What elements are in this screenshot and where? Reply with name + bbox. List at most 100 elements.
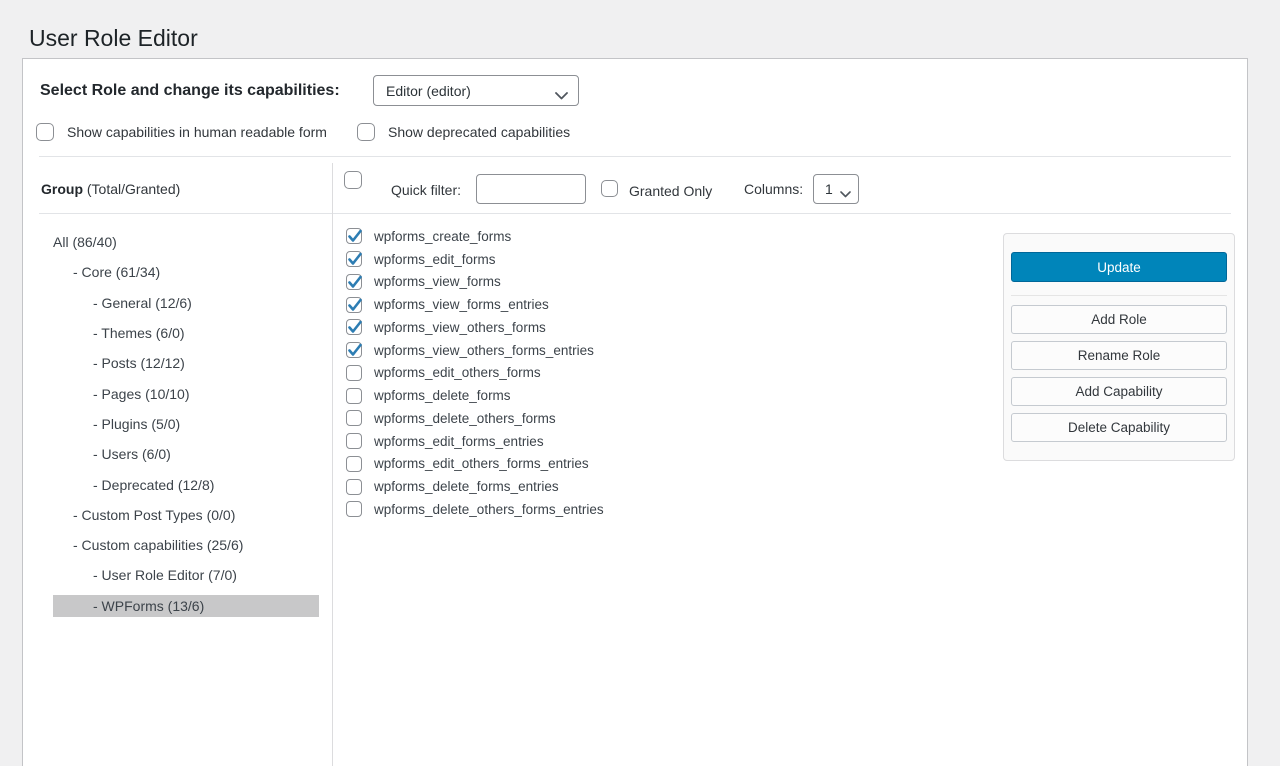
capability-label: wpforms_view_others_forms_entries: [374, 343, 594, 358]
capability-checkbox[interactable]: [346, 501, 362, 517]
page-title: User Role Editor: [29, 24, 198, 53]
granted-only-checkbox[interactable]: [601, 180, 618, 197]
capability-row: wpforms_delete_forms_entries: [346, 475, 604, 498]
tree-item[interactable]: - User Role Editor (7/0): [53, 560, 319, 590]
tree-item-label: All (86/40): [53, 234, 117, 250]
tree-item-label: - Plugins (5/0): [93, 416, 180, 432]
granted-only-label: Granted Only: [629, 183, 712, 199]
quick-filter-label: Quick filter:: [391, 182, 461, 198]
capability-checkbox[interactable]: [346, 274, 362, 290]
capability-label: wpforms_create_forms: [374, 229, 511, 244]
tree-item-label: - Posts (12/12): [93, 355, 185, 371]
capability-label: wpforms_delete_others_forms: [374, 411, 556, 426]
update-button[interactable]: Update: [1011, 252, 1227, 282]
show-deprecated-checkbox[interactable]: [357, 123, 375, 141]
capability-row: wpforms_edit_others_forms: [346, 362, 604, 385]
capability-row: wpforms_delete_others_forms: [346, 407, 604, 430]
tree-item[interactable]: - WPForms (13/6): [53, 591, 319, 621]
tree-item[interactable]: - Custom capabilities (25/6): [53, 530, 319, 560]
capability-checkbox[interactable]: [346, 433, 362, 449]
capability-row: wpforms_delete_others_forms_entries: [346, 498, 604, 521]
capability-checkbox[interactable]: [346, 228, 362, 244]
divider: [39, 156, 1231, 157]
capability-label: wpforms_view_forms_entries: [374, 297, 549, 312]
group-header-bold: Group: [41, 181, 83, 197]
columns-select-value: 1: [825, 181, 833, 197]
tree-item-label: - WPForms (13/6): [93, 598, 204, 614]
capability-row: wpforms_edit_others_forms_entries: [346, 453, 604, 476]
show-human-readable-label: Show capabilities in human readable form: [67, 124, 327, 140]
capability-label: wpforms_delete_forms_entries: [374, 479, 559, 494]
tree-item[interactable]: - Themes (6/0): [53, 318, 319, 348]
columns-label: Columns:: [744, 181, 803, 197]
action-button[interactable]: Delete Capability: [1011, 413, 1227, 442]
tree-item[interactable]: All (86/40): [53, 227, 319, 257]
action-button[interactable]: Rename Role: [1011, 341, 1227, 370]
tree-item-label: - User Role Editor (7/0): [93, 567, 237, 583]
actions-box: Update Add Role Rename Role Add Capabili…: [1003, 233, 1235, 461]
tree-item-label: - Custom Post Types (0/0): [73, 507, 235, 523]
select-role-label: Select Role and change its capabilities:: [40, 76, 340, 106]
capability-label: wpforms_edit_others_forms_entries: [374, 456, 589, 471]
tree-item[interactable]: - Plugins (5/0): [53, 409, 319, 439]
group-header-rest: (Total/Granted): [83, 181, 180, 197]
group-header: Group (Total/Granted): [41, 181, 180, 197]
capability-row: wpforms_edit_forms_entries: [346, 430, 604, 453]
chevron-down-icon: [555, 87, 568, 103]
capability-checkbox[interactable]: [346, 297, 362, 313]
tree-item[interactable]: - Pages (10/10): [53, 378, 319, 408]
user-role-editor-panel: Select Role and change its capabilities:…: [22, 58, 1248, 766]
capability-checkbox[interactable]: [346, 456, 362, 472]
tree-item-label: - Themes (6/0): [93, 325, 185, 341]
tree-item[interactable]: - Posts (12/12): [53, 348, 319, 378]
tree-item[interactable]: - General (12/6): [53, 288, 319, 318]
tree-item-label: - Users (6/0): [93, 446, 171, 462]
column-divider: [332, 163, 333, 766]
capability-label: wpforms_delete_forms: [374, 388, 511, 403]
capability-checkbox[interactable]: [346, 479, 362, 495]
capability-checkbox[interactable]: [346, 388, 362, 404]
action-button[interactable]: Add Capability: [1011, 377, 1227, 406]
tree-item-label: - Custom capabilities (25/6): [73, 537, 243, 553]
tree-item[interactable]: - Deprecated (12/8): [53, 469, 319, 499]
capability-row: wpforms_create_forms: [346, 225, 604, 248]
quick-filter-input[interactable]: [476, 174, 586, 204]
role-select-value: Editor (editor): [386, 83, 471, 99]
capability-label: wpforms_edit_forms: [374, 252, 496, 267]
capability-checkbox[interactable]: [346, 365, 362, 381]
secondary-buttons: Add Role Rename Role Add Capability Dele…: [1011, 305, 1227, 442]
capability-row: wpforms_view_others_forms_entries: [346, 339, 604, 362]
capabilities-list: wpforms_create_forms wpforms_edit_forms …: [346, 225, 604, 521]
capability-label: wpforms_delete_others_forms_entries: [374, 502, 604, 517]
capability-row: wpforms_view_others_forms: [346, 316, 604, 339]
capability-row: wpforms_edit_forms: [346, 248, 604, 271]
tree-item-label: - Pages (10/10): [93, 386, 190, 402]
tree-item[interactable]: - Users (6/0): [53, 439, 319, 469]
show-deprecated-option: Show deprecated capabilities: [357, 122, 570, 142]
capability-label: wpforms_view_others_forms: [374, 320, 546, 335]
capability-row: wpforms_view_forms: [346, 271, 604, 294]
capability-checkbox[interactable]: [346, 342, 362, 358]
columns-select[interactable]: 1: [813, 174, 859, 204]
action-button[interactable]: Add Role: [1011, 305, 1227, 334]
capability-checkbox[interactable]: [346, 251, 362, 267]
show-human-readable-option: Show capabilities in human readable form: [36, 122, 327, 142]
capability-checkbox[interactable]: [346, 410, 362, 426]
chevron-down-icon: [840, 185, 851, 201]
capability-label: wpforms_edit_forms_entries: [374, 434, 544, 449]
tree-item-label: - Core (61/34): [73, 264, 160, 280]
capability-row: wpforms_delete_forms: [346, 384, 604, 407]
role-select[interactable]: Editor (editor): [373, 75, 579, 106]
tree-item[interactable]: - Custom Post Types (0/0): [53, 500, 319, 530]
select-all-checkbox[interactable]: [344, 171, 362, 189]
show-deprecated-label: Show deprecated capabilities: [388, 124, 570, 140]
capability-checkbox[interactable]: [346, 319, 362, 335]
show-human-readable-checkbox[interactable]: [36, 123, 54, 141]
tree-item-label: - General (12/6): [93, 295, 192, 311]
tree-item[interactable]: - Core (61/34): [53, 257, 319, 287]
tree-item-label: - Deprecated (12/8): [93, 477, 214, 493]
capability-row: wpforms_view_forms_entries: [346, 293, 604, 316]
divider: [39, 213, 1231, 214]
capability-label: wpforms_edit_others_forms: [374, 365, 541, 380]
groups-tree: All (86/40) - Core (61/34) - General (12…: [53, 227, 319, 621]
